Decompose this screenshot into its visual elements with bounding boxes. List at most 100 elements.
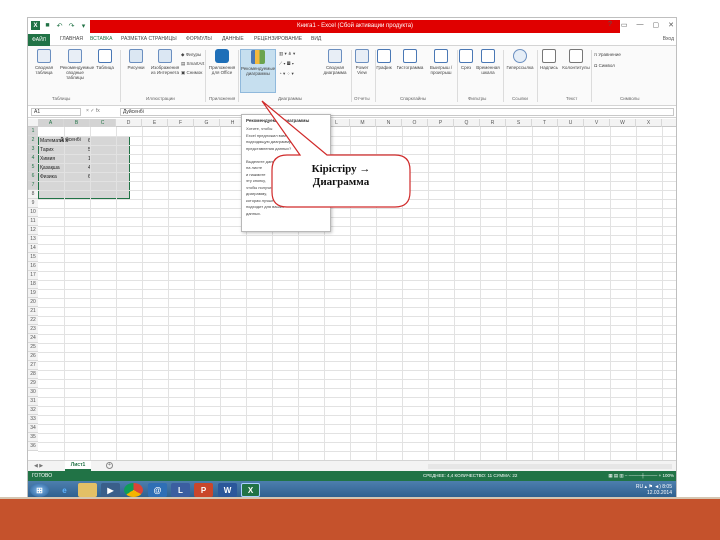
sheet-tab-list1[interactable]: Лист1 bbox=[65, 461, 91, 471]
row-header[interactable]: 4 bbox=[28, 154, 38, 163]
powerpoint-icon[interactable]: P bbox=[194, 483, 213, 497]
ie-icon[interactable]: e bbox=[55, 483, 74, 497]
shapes-button[interactable]: ◆ Фигуры bbox=[181, 52, 201, 58]
sheet-nav-arrows[interactable]: ◀ ▶ bbox=[34, 463, 43, 469]
column-header[interactable]: P bbox=[428, 119, 454, 127]
column-header[interactable]: X bbox=[636, 119, 662, 127]
row-header[interactable]: 15 bbox=[28, 253, 38, 262]
tab-page-layout[interactable]: РАЗМЕТКА СТРАНИЦЫ bbox=[121, 36, 177, 42]
name-box[interactable]: A1 bbox=[31, 108, 81, 116]
pictures-button[interactable]: Рисунки bbox=[121, 49, 151, 70]
word-icon[interactable]: W bbox=[218, 483, 237, 497]
column-header[interactable]: N bbox=[376, 119, 402, 127]
row-header[interactable]: 32 bbox=[28, 406, 38, 415]
normal-view-icon[interactable]: ▦ bbox=[608, 473, 612, 478]
pivottable-button[interactable]: Сводная таблица bbox=[29, 49, 59, 75]
row-header[interactable]: 23 bbox=[28, 325, 38, 334]
screenshot-button[interactable]: ▣ Снимок bbox=[181, 70, 202, 76]
row-header[interactable]: 30 bbox=[28, 388, 38, 397]
save-icon[interactable]: ■ bbox=[43, 21, 52, 30]
ribbon-display-button[interactable]: ▭ bbox=[621, 21, 628, 29]
column-header[interactable]: C bbox=[90, 119, 116, 127]
column-header[interactable]: F bbox=[168, 119, 194, 127]
horizontal-scrollbar[interactable] bbox=[428, 464, 672, 469]
row-header[interactable]: 33 bbox=[28, 415, 38, 424]
row-header[interactable]: 3 bbox=[28, 145, 38, 154]
redo-icon[interactable]: ↷ bbox=[67, 21, 76, 30]
slicer-button[interactable]: Срез bbox=[457, 49, 475, 70]
equation-button[interactable]: π Уравнение bbox=[594, 52, 621, 57]
tab-insert[interactable]: ВСТАВКА bbox=[90, 36, 112, 42]
formula-input[interactable]: Дүйсенбі bbox=[120, 108, 674, 116]
column-header[interactable]: R bbox=[480, 119, 506, 127]
row-header[interactable]: 8 bbox=[28, 190, 38, 199]
tab-review[interactable]: РЕЦЕНЗИРОВАНИЕ bbox=[254, 36, 302, 42]
header-footer-button[interactable]: Колонтитулы bbox=[561, 49, 591, 70]
sparkline-column-button[interactable]: Гистограмма bbox=[394, 49, 426, 70]
row-header[interactable]: 20 bbox=[28, 298, 38, 307]
lync-icon[interactable]: L bbox=[171, 483, 190, 497]
row-header[interactable]: 18 bbox=[28, 280, 38, 289]
column-header[interactable]: T bbox=[532, 119, 558, 127]
column-header[interactable]: W bbox=[610, 119, 636, 127]
subject-cell[interactable]: Тарих bbox=[40, 147, 54, 153]
table-button[interactable]: Таблица bbox=[90, 49, 120, 70]
smartart-button[interactable]: ▤ SmartArt bbox=[181, 61, 204, 67]
column-header[interactable]: U bbox=[558, 119, 584, 127]
row-header[interactable]: 31 bbox=[28, 397, 38, 406]
tab-view[interactable]: ВИД bbox=[311, 36, 321, 42]
signin-link[interactable]: Вход bbox=[663, 36, 674, 42]
column-header[interactable]: V bbox=[584, 119, 610, 127]
row-header[interactable]: 12 bbox=[28, 226, 38, 235]
row-header[interactable]: 5 bbox=[28, 163, 38, 172]
chrome-icon[interactable] bbox=[124, 483, 143, 497]
column-header[interactable]: A bbox=[38, 119, 64, 127]
close-button[interactable]: ✕ bbox=[668, 21, 674, 29]
email-icon[interactable]: @ bbox=[148, 483, 167, 497]
undo-icon[interactable]: ↶ bbox=[55, 21, 64, 30]
column-chart-button[interactable]: ▥ ▾ ⋔ ▾ bbox=[279, 51, 295, 57]
column-header[interactable]: G bbox=[194, 119, 220, 127]
pie-chart-button[interactable]: ◔ ▾ ⁘ ▾ bbox=[279, 71, 294, 77]
row-header[interactable]: 29 bbox=[28, 379, 38, 388]
start-button-icon[interactable]: ⊞ bbox=[30, 483, 49, 497]
row-header[interactable]: 36 bbox=[28, 442, 38, 451]
row-header[interactable]: 10 bbox=[28, 208, 38, 217]
page-layout-icon[interactable]: ▤ bbox=[614, 473, 618, 478]
row-header[interactable]: 28 bbox=[28, 370, 38, 379]
zoom-slider[interactable]: – ────┼──── + bbox=[625, 473, 663, 478]
pivotchart-button[interactable]: Сводная диаграмма bbox=[320, 49, 350, 75]
online-pictures-button[interactable]: Изображения из Интернета bbox=[150, 49, 180, 75]
timeline-button[interactable]: Временная шкала bbox=[475, 49, 501, 75]
subject-cell[interactable]: Қазақша bbox=[40, 165, 60, 171]
explorer-folder-icon[interactable] bbox=[78, 483, 97, 497]
column-header[interactable]: S bbox=[506, 119, 532, 127]
formula-icons[interactable]: × ✓ fx bbox=[86, 108, 100, 114]
excel-taskbar-icon[interactable]: X bbox=[241, 483, 260, 497]
sparkline-winloss-button[interactable]: Выигрыш / проигрыш bbox=[426, 49, 456, 75]
hyperlink-button[interactable]: Гиперссылка bbox=[504, 49, 536, 70]
power-view-button[interactable]: Power View bbox=[351, 49, 373, 75]
column-header[interactable]: B bbox=[64, 119, 90, 127]
sparkline-line-button[interactable]: График bbox=[374, 49, 394, 70]
row-header[interactable]: 34 bbox=[28, 424, 38, 433]
customize-qat-icon[interactable]: ▾ bbox=[79, 21, 88, 30]
minimize-button[interactable]: — bbox=[637, 21, 644, 29]
language-indicator[interactable]: RU bbox=[636, 484, 643, 490]
row-header[interactable]: 19 bbox=[28, 289, 38, 298]
row-header[interactable]: 7 bbox=[28, 181, 38, 190]
column-header[interactable]: O bbox=[402, 119, 428, 127]
zoom-control[interactable]: ▦ ▤ ▥ – ────┼──── + 100% bbox=[608, 473, 674, 479]
recommended-pivottables-button[interactable]: Рекомендуемые сводные таблицы bbox=[60, 49, 94, 80]
row-header[interactable]: 6 bbox=[28, 172, 38, 181]
help-button[interactable]: ? bbox=[608, 21, 612, 29]
row-header[interactable]: 21 bbox=[28, 307, 38, 316]
tab-formulas[interactable]: ФОРМУЛЫ bbox=[186, 36, 212, 42]
page-break-icon[interactable]: ▥ bbox=[619, 473, 623, 478]
symbol-button[interactable]: Ω Символ bbox=[594, 63, 615, 68]
row-header[interactable]: 9 bbox=[28, 199, 38, 208]
subject-cell[interactable]: Химия bbox=[40, 156, 55, 162]
row-header[interactable]: 26 bbox=[28, 352, 38, 361]
column-header[interactable]: E bbox=[142, 119, 168, 127]
row-header[interactable]: 24 bbox=[28, 334, 38, 343]
